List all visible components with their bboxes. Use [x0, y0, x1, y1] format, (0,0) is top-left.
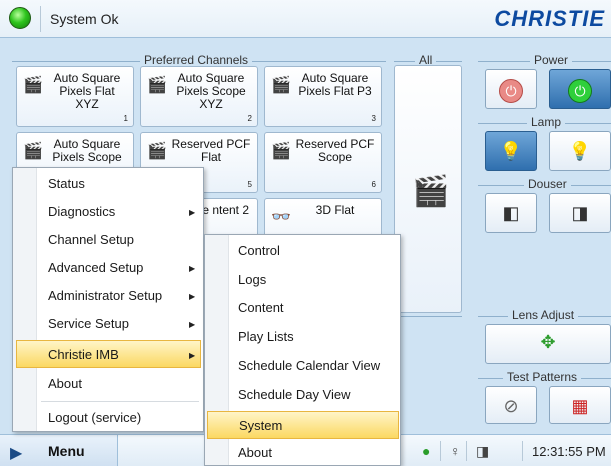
submenu-arrow-icon: ▶ — [189, 292, 196, 301]
menu-item-service-setup[interactable]: Service Setup ▶ — [13, 310, 203, 338]
menu-item-logout[interactable]: Logout (service) — [13, 404, 203, 432]
menu-label: Menu — [48, 443, 85, 459]
preferred-channels-label: Preferred Channels — [140, 53, 253, 67]
power-on-icon: ⏻ — [550, 79, 610, 103]
menu-item-about[interactable]: About — [13, 370, 203, 398]
menu-item-diagnostics[interactable]: Diagnostics ▶ — [13, 198, 203, 226]
lens-arrows-icon: ✥ — [540, 332, 556, 352]
status-ok-indicator-icon — [9, 7, 31, 29]
submenu-item-schedule-calendar-view[interactable]: Schedule Calendar View — [205, 352, 400, 380]
lamp-label: Lamp — [527, 115, 566, 129]
3d-glasses-icon: 👓 — [271, 209, 291, 226]
submenu-arrow-icon: ▶ — [189, 351, 196, 360]
submenu-arrow-icon: ▶ — [189, 208, 196, 217]
no-pattern-icon: ⊘ — [503, 396, 519, 416]
channel-tile-3[interactable]: 🎬 Auto Square Pixels Flat P3 3 — [264, 66, 382, 127]
lamp-off-button[interactable]: 💡 — [485, 131, 537, 171]
divider — [466, 441, 467, 461]
channel-label: 3D Flat — [315, 203, 355, 217]
test-pattern-off-button[interactable]: ⊘ — [485, 386, 537, 424]
douser-status-icon[interactable]: ◨ — [476, 443, 489, 460]
clock: 12:31:55 PM — [532, 444, 606, 459]
channel-label: Auto Square Pixels Scope XYZ — [176, 71, 246, 111]
submenu-item-content[interactable]: Content — [205, 294, 400, 322]
lens-adjust-button[interactable]: ✥ — [485, 324, 611, 364]
channel-label: Reserved PCF Scope — [295, 137, 375, 164]
menu-button[interactable]: ▶ Menu — [0, 435, 118, 466]
channel-label: Reserved PCF Flat — [171, 137, 251, 164]
lens-adjust-label: Lens Adjust — [508, 308, 579, 322]
lamp-on-button[interactable]: 💡 — [549, 131, 611, 171]
test-pattern-select-button[interactable]: ▦ — [549, 386, 611, 424]
divider — [522, 441, 523, 461]
power-off-button[interactable]: ⏻ — [485, 69, 537, 109]
system-status-text: System Ok — [50, 11, 119, 27]
divider — [40, 6, 41, 32]
menu-item-status[interactable]: Status — [13, 170, 203, 198]
menu-item-channel-setup[interactable]: Channel Setup — [13, 226, 203, 254]
christie-imb-submenu: Control Logs Content Play Lists Schedule… — [204, 234, 401, 466]
channel-label: Auto Square Pixels Flat XYZ — [53, 71, 121, 111]
douser-closed-button[interactable]: ◧ — [485, 193, 537, 233]
channel-number: 5 — [247, 180, 252, 189]
color-bars-icon: ▦ — [571, 396, 589, 416]
top-status-bar: System Ok CHRISTIE — [0, 0, 611, 38]
submenu-item-control[interactable]: Control — [205, 237, 400, 265]
menu-item-administrator-setup[interactable]: Administrator Setup ▶ — [13, 282, 203, 310]
douser-open-button[interactable]: ◨ — [549, 193, 611, 233]
channel-number: 2 — [247, 114, 252, 123]
channel-tile-2[interactable]: 🎬 Auto Square Pixels Scope XYZ 2 — [140, 66, 258, 127]
film-clapper-stack-icon: 🎬 — [412, 175, 450, 208]
main-menu-popup: Status Diagnostics ▶ Channel Setup Advan… — [12, 167, 204, 432]
film-clapper-icon: 🎬 — [23, 143, 43, 160]
divider — [440, 441, 441, 461]
menu-separator — [41, 401, 199, 402]
film-clapper-icon: 🎬 — [23, 77, 43, 94]
submenu-item-play-lists[interactable]: Play Lists — [205, 323, 400, 351]
channel-number: 3 — [371, 114, 376, 123]
channel-tile-6[interactable]: 🎬 Reserved PCF Scope 6 — [264, 132, 382, 193]
channel-label: Auto Square Pixels Flat P3 — [298, 71, 372, 98]
submenu-arrow-icon: ▶ — [189, 264, 196, 273]
douser-open-icon: ◨ — [571, 203, 589, 223]
film-clapper-icon: 🎬 — [271, 77, 291, 94]
submenu-arrow-icon: ▶ — [189, 320, 196, 329]
power-on-button[interactable]: ⏻ — [549, 69, 611, 109]
lens-left-divider — [394, 316, 462, 317]
status-indicator-icon[interactable]: ● — [422, 443, 430, 459]
submenu-item-about[interactable]: About — [205, 439, 400, 466]
test-patterns-label: Test Patterns — [503, 370, 582, 384]
menu-item-christie-imb[interactable]: Christie IMB ▶ — [16, 340, 201, 368]
light-bulb-off-icon: 💡 — [499, 141, 523, 161]
christie-logo: CHRISTIE — [494, 6, 605, 31]
submenu-item-system[interactable]: System — [207, 411, 399, 439]
power-label: Power — [530, 53, 573, 67]
menu-item-advanced-setup[interactable]: Advanced Setup ▶ — [13, 254, 203, 282]
film-clapper-icon: 🎬 — [147, 77, 167, 94]
light-bulb-on-icon: 💡 — [568, 141, 592, 161]
douser-label: Douser — [524, 177, 571, 191]
channel-number: 1 — [123, 114, 128, 123]
channel-number: 6 — [371, 180, 376, 189]
projector-icon: ▶ — [10, 445, 23, 462]
film-clapper-icon: 🎬 — [147, 143, 167, 160]
power-off-icon: ⏻ — [486, 79, 536, 103]
all-channels-button[interactable]: 🎬 — [394, 65, 462, 313]
submenu-item-logs[interactable]: Logs — [205, 266, 400, 294]
channel-tile-1[interactable]: 🎬 Auto Square Pixels Flat XYZ 1 — [16, 66, 134, 127]
submenu-item-schedule-day-view[interactable]: Schedule Day View — [205, 381, 400, 409]
lamp-status-icon[interactable]: ♀ — [450, 443, 461, 459]
film-clapper-icon: 🎬 — [271, 143, 291, 160]
douser-closed-icon: ◧ — [502, 203, 520, 223]
channel-label: Auto Square Pixels Scope — [52, 137, 122, 164]
